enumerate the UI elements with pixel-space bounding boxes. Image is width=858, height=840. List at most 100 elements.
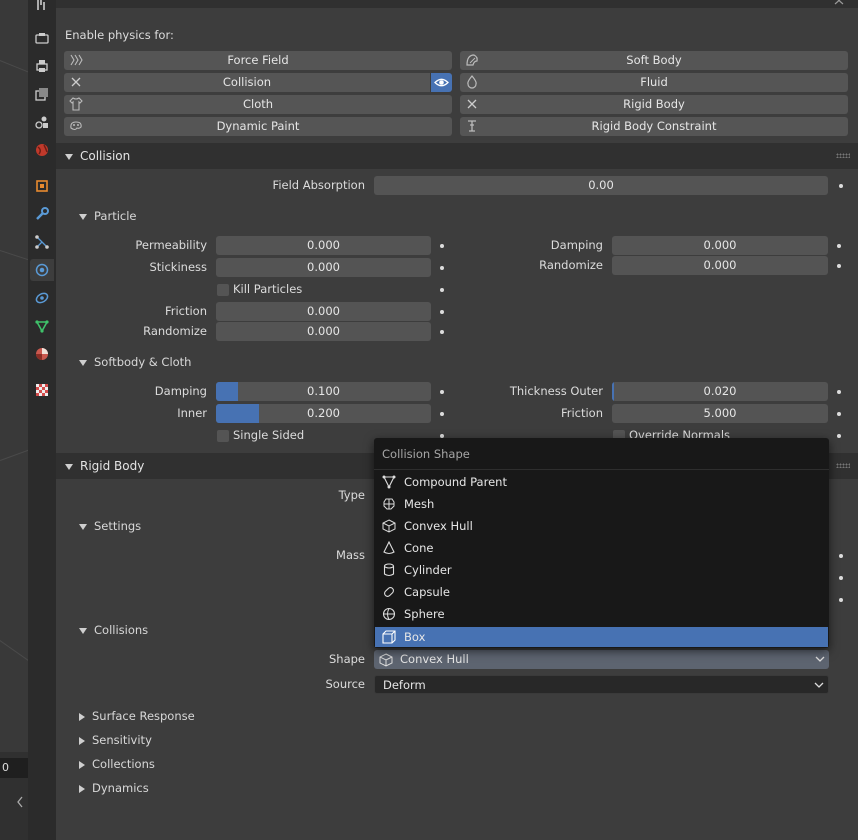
rigid-body-header-label: Rigid Body [80,459,145,473]
chevron-down-icon [815,656,825,662]
rigid-body-label: Rigid Body [623,97,685,111]
convex-hull-icon [379,653,393,667]
rigid-body-constraint-button[interactable]: Rigid Body Constraint [460,117,848,136]
keyframe-dot-icon[interactable] [440,310,444,314]
texture-tab[interactable] [30,379,54,401]
keyframe-dot-icon[interactable] [440,330,444,334]
cone-icon [383,541,395,555]
data-tab[interactable] [30,315,54,337]
softbody-subpanel-header[interactable]: Softbody & Cloth [56,351,858,373]
compound-parent-label: Compound Parent [404,475,507,489]
source-dropdown[interactable]: Deform [374,675,829,694]
close-icon[interactable] [834,0,844,5]
stickiness-field[interactable]: 0.000 [216,258,431,277]
thickness-outer-field[interactable]: 0.020 [612,382,828,401]
dynamics-label: Dynamics [92,781,149,795]
sphere-icon [382,607,396,621]
keyframe-dot-icon[interactable] [839,184,843,188]
field-absorption-value: 0.00 [588,178,614,192]
rigid-body-button[interactable]: Rigid Body [460,95,848,114]
menu-item-sphere[interactable]: Sphere [375,604,828,624]
keyframe-dot-icon[interactable] [839,598,843,602]
modifiers-tab[interactable] [30,203,54,225]
view-layer-tab[interactable] [30,83,54,105]
sensitivity-subpanel-header[interactable]: Sensitivity [56,729,858,751]
damping-randomize-field[interactable]: 0.000 [612,256,828,275]
shape-label: Shape [328,652,365,666]
shape-dropdown[interactable]: Convex Hull [374,650,829,669]
object-square-icon [36,180,48,192]
keyframe-dot-icon[interactable] [440,390,444,394]
constraints-tab[interactable] [30,287,54,309]
particle-subpanel-header[interactable]: Particle [56,205,858,227]
keyframe-dot-icon[interactable] [440,244,444,248]
constraint-icon [35,292,49,304]
render-camera-icon [35,33,49,44]
keyframe-dot-icon[interactable] [839,576,843,580]
particle-friction-field[interactable]: 0.000 [216,302,431,321]
soft-body-button[interactable]: Soft Body [460,51,848,70]
drag-grip-icon[interactable] [836,153,850,158]
particle-damping-field[interactable]: 0.000 [612,236,828,255]
world-tab[interactable] [30,139,54,161]
field-absorption-field[interactable]: 0.00 [374,176,828,195]
dynamics-subpanel-header[interactable]: Dynamics [56,777,858,799]
keyframe-dot-icon[interactable] [837,390,841,394]
single-sided-checkbox[interactable] [217,430,229,442]
softbody-damping-label: Damping [154,384,207,398]
settings-header-label: Settings [94,519,142,533]
keyframe-dot-icon[interactable] [440,412,444,416]
particle-randomize-field[interactable]: 0.000 [216,322,431,341]
keyframe-dot-icon[interactable] [837,244,841,248]
collision-shape-menu: Collision Shape Compound Parent Mesh Con… [374,438,829,648]
material-tab[interactable] [30,343,54,365]
particle-randomize-value: 0.000 [307,324,340,338]
output-tab[interactable] [30,55,54,77]
menu-item-compound-parent[interactable]: Compound Parent [375,472,828,492]
softbody-friction-field[interactable]: 5.000 [612,404,828,423]
inner-slider[interactable]: 0.200 [216,404,431,423]
softbody-damping-slider[interactable]: 0.100 [216,382,431,401]
convex-hull-icon [382,519,396,533]
keyframe-dot-icon[interactable] [837,412,841,416]
viewport-3d[interactable]: 0 [0,0,28,840]
keyframe-dot-icon[interactable] [440,266,444,270]
inner-value: 0.200 [307,406,340,420]
force-field-button[interactable]: Force Field [64,51,452,70]
collision-button[interactable]: Collision [64,73,430,92]
keyframe-dot-icon[interactable] [839,554,843,558]
sensitivity-label: Sensitivity [92,733,152,747]
collections-subpanel-header[interactable]: Collections [56,753,858,775]
scene-tab[interactable] [30,111,54,133]
keyframe-dot-icon[interactable] [837,434,841,438]
keyframe-dot-icon[interactable] [837,264,841,268]
menu-item-mesh[interactable]: Mesh [375,494,828,514]
kill-particles-checkbox[interactable] [217,284,229,296]
render-tab[interactable] [30,27,54,49]
drag-grip-icon[interactable] [836,463,850,468]
menu-item-capsule[interactable]: Capsule [375,582,828,602]
mesh-data-triangle-icon [35,320,49,333]
menu-item-convex-hull[interactable]: Convex Hull [375,516,828,536]
menu-item-box[interactable]: Box [375,627,828,647]
collapsed-triangle-icon [79,784,85,793]
fluid-button[interactable]: Fluid [460,73,848,92]
collision-visibility-toggle[interactable] [431,73,452,92]
permeability-field[interactable]: 0.000 [216,236,431,255]
keyframe-dot-icon[interactable] [440,288,444,292]
physics-tab[interactable] [30,259,54,281]
particles-tab[interactable] [30,231,54,253]
cloth-button[interactable]: Cloth [64,95,452,114]
menu-item-cone[interactable]: Cone [375,538,828,558]
dynamic-paint-button[interactable]: Dynamic Paint [64,117,452,136]
menu-item-cylinder[interactable]: Cylinder [375,560,828,580]
object-tab[interactable] [30,175,54,197]
tool-tab[interactable] [30,0,54,16]
collision-panel-header[interactable]: Collision [56,143,858,169]
chevron-left-icon[interactable] [16,796,24,808]
capsule-icon [384,587,394,597]
output-printer-icon [36,60,48,72]
surface-response-subpanel-header[interactable]: Surface Response [56,705,858,727]
softbody-damping-value: 0.100 [307,384,340,398]
damping-randomize-label: Randomize [539,258,603,272]
